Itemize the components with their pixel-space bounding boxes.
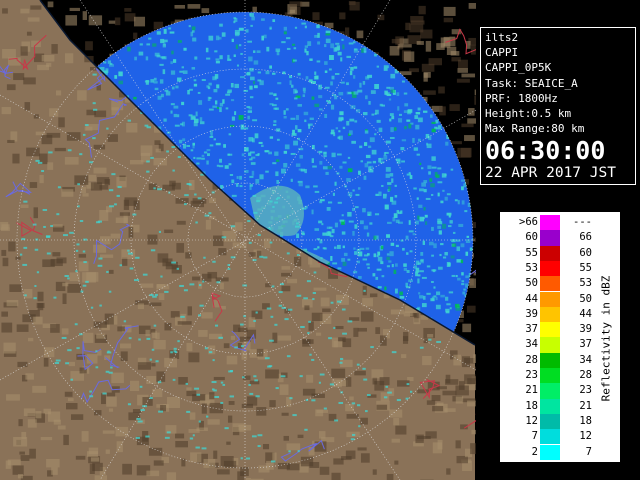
legend-upper-bound: 12 (579, 430, 592, 443)
observation-date: 22 APR 2017 JST (485, 165, 616, 182)
legend-lower-bound: 12 (525, 414, 538, 427)
legend-upper-bound: 18 (579, 414, 592, 427)
legend-upper-bound: 55 (579, 261, 592, 274)
legend-color-swatch (540, 444, 560, 460)
legend-upper-bound: 44 (579, 307, 592, 320)
legend-upper-bound: 28 (579, 369, 592, 381)
observation-time: 06:30:00 (485, 136, 606, 166)
legend-row: 50 53 (500, 276, 600, 292)
legend-upper-bound: 39 (579, 323, 592, 336)
legend-lower-bound: 55 (525, 246, 538, 259)
max-range-value: Max Range:80 km (485, 122, 585, 136)
legend-upper-bound: 23 (579, 384, 592, 397)
legend-row: 37 39 (500, 322, 600, 338)
legend-upper-bound: 60 (579, 246, 592, 259)
legend-upper-bound: 37 (579, 338, 592, 351)
legend-color-swatch (540, 245, 560, 261)
legend-lower-bound: 18 (525, 399, 538, 412)
legend-color-swatch (540, 429, 560, 445)
legend-row: 44 50 (500, 291, 600, 307)
legend-row: 27 (500, 444, 600, 460)
legend-lower-bound: 60 (525, 231, 538, 244)
radar-info-panel: ilts2 CAPPI CAPPI_0P5K Task: SEAICE_A PR… (480, 27, 636, 185)
site-name: ilts2 (485, 31, 519, 44)
legend-color-swatch (540, 230, 560, 246)
legend-upper-bound: 34 (579, 353, 592, 366)
legend-upper-bound: 53 (579, 277, 592, 290)
legend-color-swatch (540, 368, 560, 384)
legend-lower-bound: 21 (525, 384, 538, 397)
legend-upper-bound: 7 (585, 445, 592, 458)
legend-color-swatch (540, 322, 560, 338)
legend-upper-bound: 66 (579, 231, 592, 244)
legend-lower-bound: 44 (525, 292, 538, 305)
legend-row: 28 34 (500, 352, 600, 368)
product-code: CAPPI_0P5K (485, 61, 552, 75)
legend-row: 55 60 (500, 245, 600, 261)
legend-row: >66 --- (500, 215, 600, 231)
legend-row: 53 55 (500, 260, 600, 277)
legend-row: 12 18 (500, 413, 600, 430)
legend-color-swatch (540, 306, 560, 323)
legend-lower-bound: 34 (525, 338, 538, 351)
legend-upper-bound: 21 (579, 399, 592, 412)
legend-lower-bound: 53 (525, 261, 538, 274)
product-name: CAPPI (485, 46, 519, 60)
legend-lower-bound: 28 (525, 353, 538, 366)
legend-color-swatch (540, 260, 560, 277)
legend-row: 18 21 (500, 398, 600, 414)
legend-row: 39 44 (500, 306, 600, 323)
legend-upper-bound: --- (573, 216, 592, 228)
legend-row: 60 66 (500, 230, 600, 246)
legend-lower-bound: 7 (531, 430, 538, 443)
legend-lower-bound: 23 (525, 369, 538, 381)
legend-lower-bound: 37 (525, 323, 538, 336)
legend-row: 23 28 (500, 368, 600, 384)
legend-lower-bound: >66 (519, 216, 538, 228)
task-name: Task: SEAICE_A (485, 76, 578, 90)
reflectivity-legend: Reflectivity in dBZ >66 --- 60 66 55 60 53 55 50… (499, 211, 621, 463)
legend-color-swatch (540, 398, 560, 414)
legend-row: 21 23 (500, 383, 600, 399)
legend-color-swatch (540, 291, 560, 307)
legend-color-swatch (540, 276, 560, 292)
legend-color-swatch (540, 413, 560, 430)
legend-color-swatch (540, 383, 560, 399)
legend-lower-bound: 2 (531, 445, 538, 458)
legend-lower-bound: 50 (525, 277, 538, 290)
legend-row: 34 37 (500, 337, 600, 353)
legend-color-swatch (540, 215, 560, 231)
height-value: Height:0.5 km (485, 107, 572, 121)
prf-value: PRF: 1800Hz (485, 91, 558, 105)
legend-color-swatch (540, 352, 560, 368)
legend-lower-bound: 39 (525, 307, 538, 320)
legend-upper-bound: 50 (579, 292, 592, 305)
legend-row: 7 12 (500, 429, 600, 445)
legend-color-swatch (540, 337, 560, 353)
